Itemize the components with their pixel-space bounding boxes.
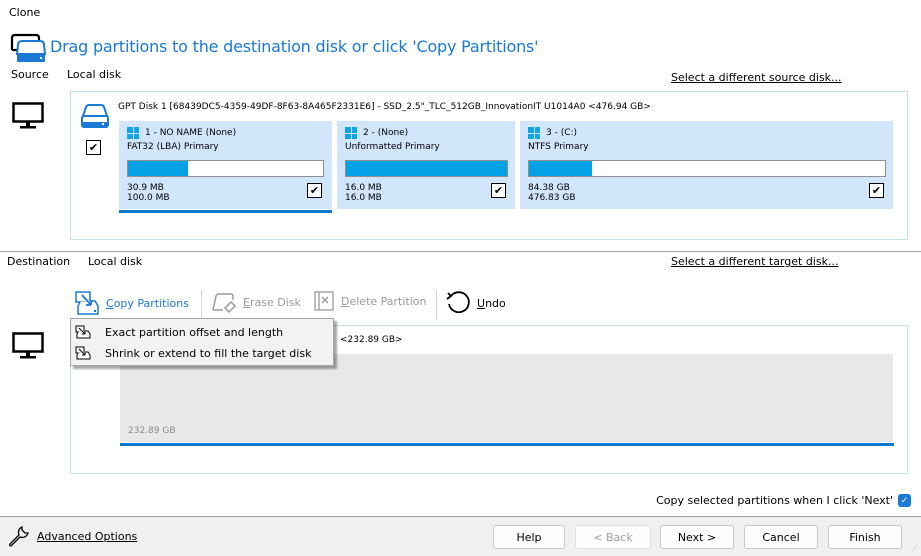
partition-usage-bar	[345, 160, 508, 177]
source-partition-3[interactable]: 3 - (C:) NTFS Primary 84.38 GB 476.83 GB…	[520, 121, 893, 209]
partition-name: 2 - (None)	[363, 128, 409, 138]
menu-item-label: Exact partition offset and length	[105, 325, 284, 339]
source-disk-label: GPT Disk 1 [68439DC5-4359-49DF-8F63-8A46…	[118, 102, 651, 112]
resize-grip[interactable]: ⋰	[911, 545, 919, 554]
partition-selection-indicator	[119, 210, 332, 213]
cancel-button[interactable]: Cancel	[744, 525, 818, 549]
undo-label: Undo	[477, 296, 506, 310]
clone-disk-icon	[10, 33, 46, 62]
partition-usage-bar	[528, 160, 886, 177]
advanced-options-label: Advanced Options	[37, 529, 138, 543]
wrench-icon	[9, 525, 29, 547]
erase-disk-button[interactable]: Erase Disk	[211, 290, 301, 314]
computer-monitor-icon	[12, 102, 44, 129]
partition-usage-bar	[127, 160, 324, 177]
finish-button[interactable]: Finish	[828, 525, 902, 549]
partition-used: 84.38 GB	[528, 183, 570, 193]
partition-name: 3 - (C:)	[546, 128, 578, 138]
destination-type-label: Local disk	[88, 255, 143, 268]
destination-selection-indicator	[120, 443, 894, 446]
erase-disk-icon	[212, 293, 237, 314]
copy-partitions-icon	[75, 346, 91, 360]
delete-partition-icon	[314, 291, 334, 311]
partition-usage-fill	[529, 161, 592, 176]
undo-button[interactable]: Undo	[445, 290, 506, 316]
partition-usage-fill	[346, 161, 507, 176]
hard-disk-icon	[81, 104, 109, 128]
menu-item-exact-offset[interactable]: Exact partition offset and length	[75, 322, 329, 342]
partition-name: 1 - NO NAME (None)	[145, 128, 237, 138]
partition-total: 16.0 MB	[345, 193, 382, 203]
partition-usage-fill	[128, 161, 189, 176]
copy-partitions-label: Copy Partitions	[106, 296, 189, 310]
unallocated-size-label: 232.89 GB	[128, 426, 176, 436]
destination-unallocated-space[interactable]	[120, 354, 893, 442]
delete-partition-label: Delete Partition	[341, 294, 427, 308]
partition-type: NTFS Primary	[528, 142, 589, 152]
partition-checkbox[interactable]: ✔	[869, 183, 884, 198]
windows-logo-icon	[127, 127, 139, 139]
select-target-disk-link[interactable]: Select a different target disk...	[671, 255, 838, 268]
copy-partitions-menu: Exact partition offset and length Shrink…	[70, 318, 334, 366]
partition-checkbox[interactable]: ✔	[307, 183, 322, 198]
computer-monitor-icon	[12, 332, 44, 359]
partition-used: 16.0 MB	[345, 183, 382, 193]
partition-type: FAT32 (LBA) Primary	[127, 142, 219, 152]
back-button[interactable]: < Back	[575, 525, 651, 549]
next-button[interactable]: Next >	[660, 525, 734, 549]
undo-icon	[446, 291, 470, 314]
delete-partition-button[interactable]: Delete Partition	[313, 290, 427, 312]
partition-type: Unformatted Primary	[345, 142, 440, 152]
source-partition-2[interactable]: 2 - (None) Unformatted Primary 16.0 MB 1…	[337, 121, 515, 209]
copy-partitions-icon	[75, 291, 99, 315]
source-label: Source	[11, 68, 49, 81]
erase-disk-label: Erase Disk	[243, 295, 301, 309]
copy-on-next-label: Copy selected partitions when I click 'N…	[656, 494, 893, 507]
window-title: Clone	[9, 6, 41, 19]
destination-disk-size: <232.89 GB>	[340, 335, 403, 345]
partition-checkbox[interactable]: ✔	[491, 183, 506, 198]
menu-item-shrink-extend[interactable]: Shrink or extend to fill the target disk	[75, 343, 329, 363]
copy-partitions-button[interactable]: Copy Partitions	[74, 290, 189, 316]
advanced-options-link[interactable]: Advanced Options	[7, 524, 137, 548]
copy-on-next-checkbox[interactable]: ✓	[898, 494, 911, 507]
page-title: Drag partitions to the destination disk …	[50, 37, 539, 56]
copy-on-next-option[interactable]: Copy selected partitions when I click 'N…	[656, 494, 911, 507]
source-partition-1[interactable]: 1 - NO NAME (None) FAT32 (LBA) Primary 3…	[119, 121, 332, 209]
toolbar-separator	[201, 290, 202, 320]
section-divider	[0, 251, 921, 252]
source-disk-checkbox[interactable]: ✔	[86, 140, 101, 155]
copy-partitions-icon	[75, 325, 91, 339]
source-type-label: Local disk	[67, 68, 122, 81]
menu-item-label: Shrink or extend to fill the target disk	[105, 346, 312, 360]
help-button[interactable]: Help	[493, 525, 565, 549]
partition-total: 100.0 MB	[127, 193, 170, 203]
partition-total: 476.83 GB	[528, 193, 576, 203]
destination-label: Destination	[7, 255, 71, 268]
partition-used: 30.9 MB	[127, 183, 164, 193]
windows-logo-icon	[345, 127, 357, 139]
toolbar-separator	[436, 290, 437, 320]
windows-logo-icon	[528, 127, 540, 139]
select-source-disk-link[interactable]: Select a different source disk...	[671, 71, 842, 84]
